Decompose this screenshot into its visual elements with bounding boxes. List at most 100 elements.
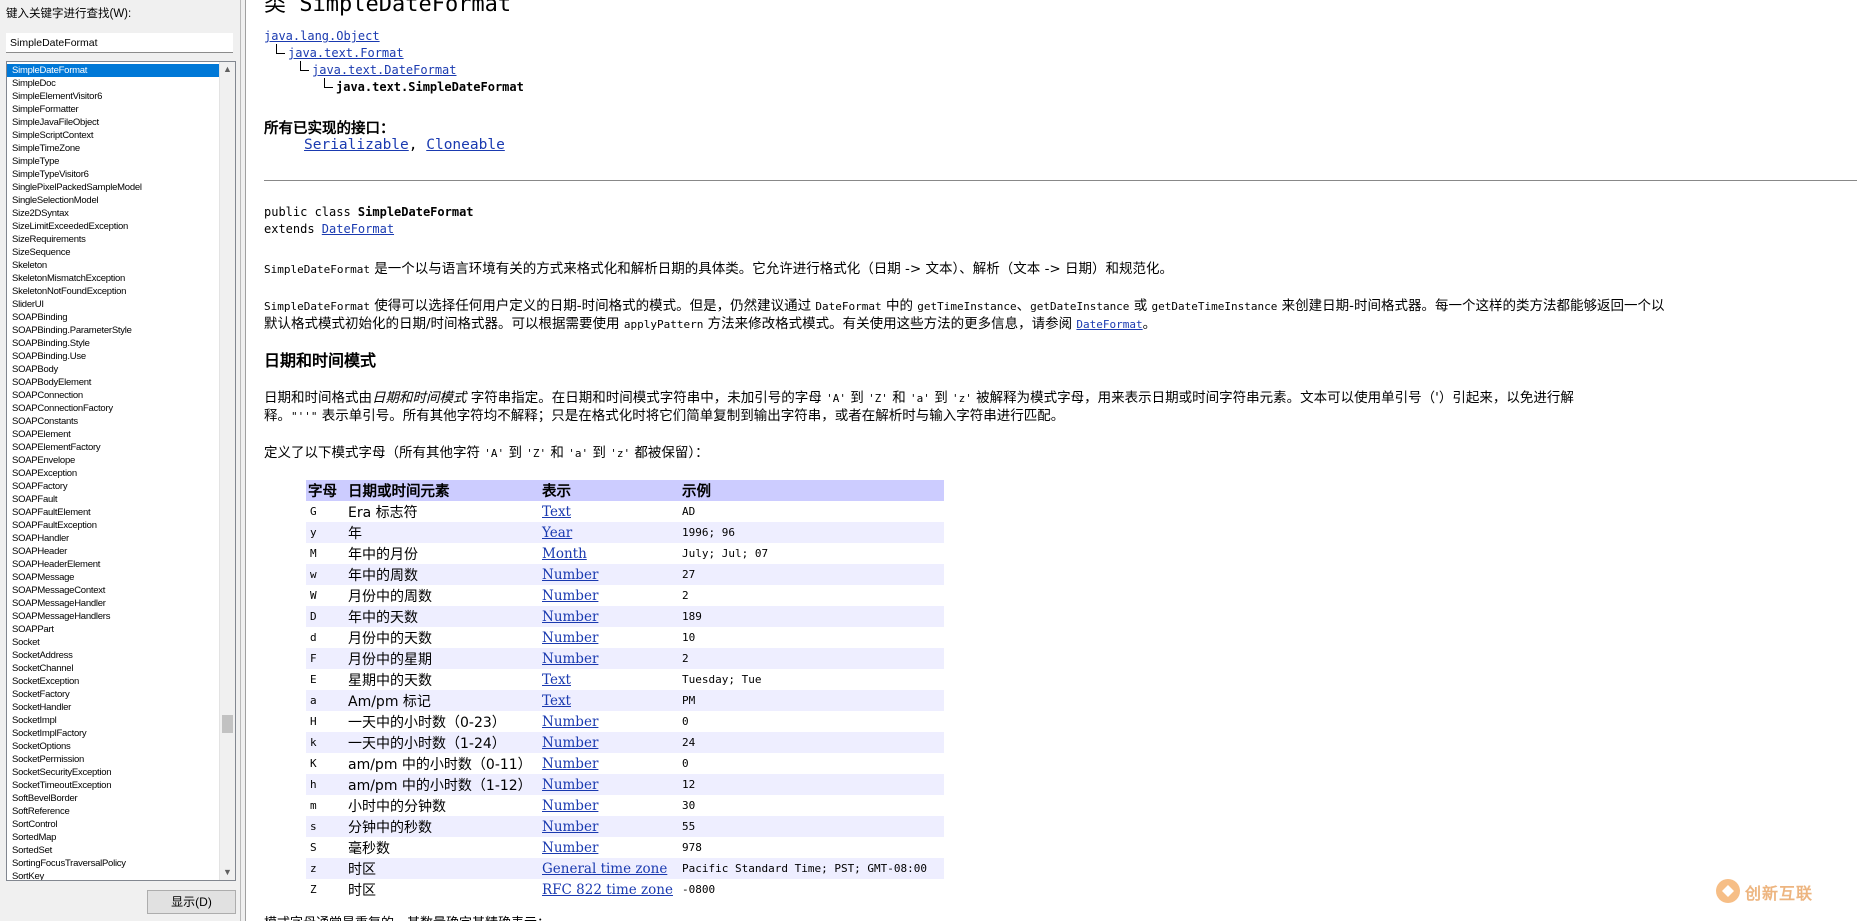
show-button[interactable]: 显示(D) [147, 890, 236, 914]
search-input[interactable] [6, 33, 233, 53]
hierarchy-object-link[interactable]: java.lang.Object [264, 29, 380, 43]
index-list-item[interactable]: SOAPFault [7, 493, 220, 506]
superclass-link[interactable]: DateFormat [322, 222, 394, 236]
index-scrollbar[interactable]: ▲ ▼ [219, 62, 235, 880]
presentation-link[interactable]: Number [542, 756, 598, 772]
index-list-item[interactable]: SoftReference [7, 805, 220, 818]
index-list-item[interactable]: SinglePixelPackedSampleModel [7, 181, 220, 194]
index-list-item[interactable]: SocketHandler [7, 701, 220, 714]
index-list-item[interactable]: SkeletonNotFoundException [7, 285, 220, 298]
index-list-item[interactable]: SOAPBinding.ParameterStyle [7, 324, 220, 337]
index-list-item[interactable]: SimpleDoc [7, 77, 220, 90]
table-cell: 978 [680, 837, 944, 858]
index-list-item[interactable]: SOAPElementFactory [7, 441, 220, 454]
index-list-item[interactable]: SOAPFaultException [7, 519, 220, 532]
index-list-item[interactable]: SimpleFormatter [7, 103, 220, 116]
index-list-item[interactable]: SimpleScriptContext [7, 129, 220, 142]
presentation-link[interactable]: Number [542, 567, 598, 583]
index-list-item[interactable]: SimpleTimeZone [7, 142, 220, 155]
dateformat-link[interactable]: DateFormat [1076, 318, 1142, 331]
index-list-item[interactable]: SortingFocusTraversalPolicy [7, 857, 220, 870]
index-list-item[interactable]: SOAPFactory [7, 480, 220, 493]
interface-cloneable-link[interactable]: Cloneable [426, 137, 505, 153]
presentation-link[interactable]: Month [542, 546, 587, 562]
index-list-item[interactable]: SkeletonMismatchException [7, 272, 220, 285]
presentation-link[interactable]: Text [542, 672, 571, 688]
index-list-item[interactable]: SimpleDateFormat [7, 64, 220, 77]
index-list-item[interactable]: SingleSelectionModel [7, 194, 220, 207]
index-list-item[interactable]: SliderUI [7, 298, 220, 311]
index-list-item[interactable]: Size2DSyntax [7, 207, 220, 220]
hierarchy-dateformat-link[interactable]: java.text.DateFormat [312, 63, 457, 77]
index-list-item[interactable]: SizeSequence [7, 246, 220, 259]
index-list-item[interactable]: SocketPermission [7, 753, 220, 766]
index-list-item[interactable]: SOAPConnectionFactory [7, 402, 220, 415]
presentation-link[interactable]: Number [542, 798, 598, 814]
index-list-item[interactable]: SOAPBodyElement [7, 376, 220, 389]
index-list-item[interactable]: SOAPMessageHandler [7, 597, 220, 610]
presentation-link[interactable]: General time zone [542, 861, 667, 877]
index-list-item[interactable]: SocketChannel [7, 662, 220, 675]
presentation-link[interactable]: Year [542, 525, 572, 541]
index-list-item[interactable]: SortControl [7, 818, 220, 831]
index-list-item[interactable]: SOAPConstants [7, 415, 220, 428]
index-list-item[interactable]: SimpleJavaFileObject [7, 116, 220, 129]
scroll-thumb[interactable] [222, 715, 233, 733]
presentation-link[interactable]: Number [542, 819, 598, 835]
presentation-link[interactable]: Number [542, 840, 598, 856]
index-list-item[interactable]: SocketSecurityException [7, 766, 220, 779]
index-list-item[interactable]: SizeRequirements [7, 233, 220, 246]
presentation-link[interactable]: Number [542, 651, 598, 667]
index-list-item[interactable]: SocketFactory [7, 688, 220, 701]
index-list-item[interactable]: Socket [7, 636, 220, 649]
index-list-item[interactable]: SoftBevelBorder [7, 792, 220, 805]
index-list-item[interactable]: SortedSet [7, 844, 220, 857]
index-list-item[interactable]: SOAPEnvelope [7, 454, 220, 467]
index-list-item[interactable]: SortKey [7, 870, 220, 880]
interface-serializable-link[interactable]: Serializable [304, 137, 409, 153]
index-list-item[interactable]: SizeLimitExceededException [7, 220, 220, 233]
index-list-item[interactable]: SOAPMessageContext [7, 584, 220, 597]
index-list-item[interactable]: Skeleton [7, 259, 220, 272]
index-list-item[interactable]: SOAPBody [7, 363, 220, 376]
index-list-item[interactable]: SOAPPart [7, 623, 220, 636]
index-list-item[interactable]: SocketAddress [7, 649, 220, 662]
presentation-link[interactable]: Number [542, 609, 598, 625]
index-list-item[interactable]: SOAPBinding.Use [7, 350, 220, 363]
index-list-item[interactable]: SOAPElement [7, 428, 220, 441]
index-list-item[interactable]: SOAPFaultElement [7, 506, 220, 519]
presentation-link[interactable]: Number [542, 630, 598, 646]
scroll-down-arrow-icon[interactable]: ▼ [220, 865, 235, 880]
index-list-item[interactable]: SOAPHandler [7, 532, 220, 545]
scroll-up-arrow-icon[interactable]: ▲ [220, 62, 235, 77]
index-list-item[interactable]: SOAPException [7, 467, 220, 480]
index-list[interactable]: SimpleDateFormat SimpleDoc SimpleElementVi… [6, 61, 236, 881]
index-list-item[interactable]: SocketOptions [7, 740, 220, 753]
presentation-link[interactable]: Text [542, 504, 571, 520]
index-list-item[interactable]: SOAPBinding [7, 311, 220, 324]
index-list-item[interactable]: SimpleType [7, 155, 220, 168]
index-list-item[interactable]: SocketException [7, 675, 220, 688]
pattern-table-body: G Era 标志符 Text AD y 年 Year 1996; 96 M 年中的月份 Month J… [306, 501, 944, 900]
index-list-item[interactable]: SocketImpl [7, 714, 220, 727]
table-cell: G [306, 501, 346, 522]
index-list-item[interactable]: SimpleTypeVisitor6 [7, 168, 220, 181]
index-list-item[interactable]: SOAPBinding.Style [7, 337, 220, 350]
index-list-item[interactable]: SortedMap [7, 831, 220, 844]
index-list-item[interactable]: SOAPMessageHandlers [7, 610, 220, 623]
index-list-item[interactable]: SimpleElementVisitor6 [7, 90, 220, 103]
index-list-item[interactable]: SOAPMessage [7, 571, 220, 584]
index-list-item[interactable]: SOAPConnection [7, 389, 220, 402]
presentation-link[interactable]: Text [542, 693, 571, 709]
presentation-link[interactable]: RFC 822 time zone [542, 882, 673, 898]
index-list-item[interactable]: SocketTimeoutException [7, 779, 220, 792]
index-list-item[interactable]: SOAPHeader [7, 545, 220, 558]
presentation-link[interactable]: Number [542, 735, 598, 751]
table-row: m 小时中的分钟数 Number 30 [306, 795, 944, 816]
presentation-link[interactable]: Number [542, 777, 598, 793]
hierarchy-format-link[interactable]: java.text.Format [288, 46, 404, 60]
index-list-item[interactable]: SOAPHeaderElement [7, 558, 220, 571]
index-list-item[interactable]: SocketImplFactory [7, 727, 220, 740]
presentation-link[interactable]: Number [542, 714, 598, 730]
presentation-link[interactable]: Number [542, 588, 598, 604]
